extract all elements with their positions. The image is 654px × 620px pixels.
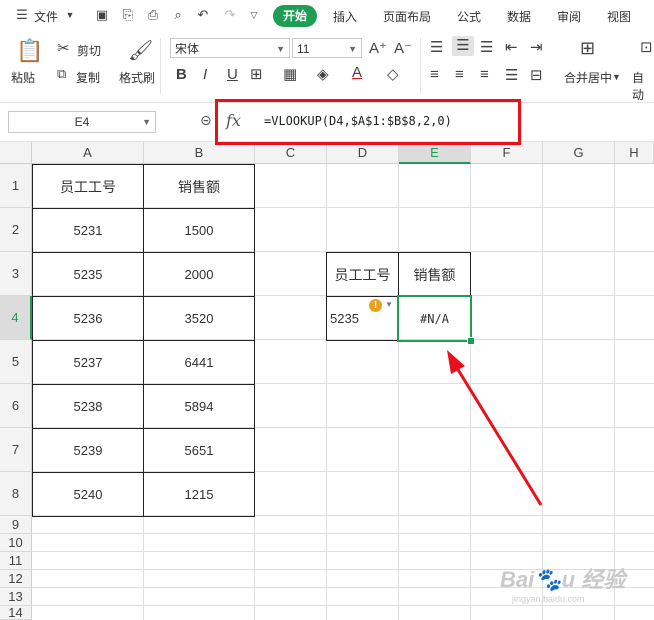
annotation-arrow [447,350,543,506]
arrow-head [447,350,465,374]
watermark-logo: Bai🐾u 经验 [500,567,626,592]
arrow-shaft [455,367,543,506]
watermark-url: jingyan.baidu.com [512,594,585,604]
